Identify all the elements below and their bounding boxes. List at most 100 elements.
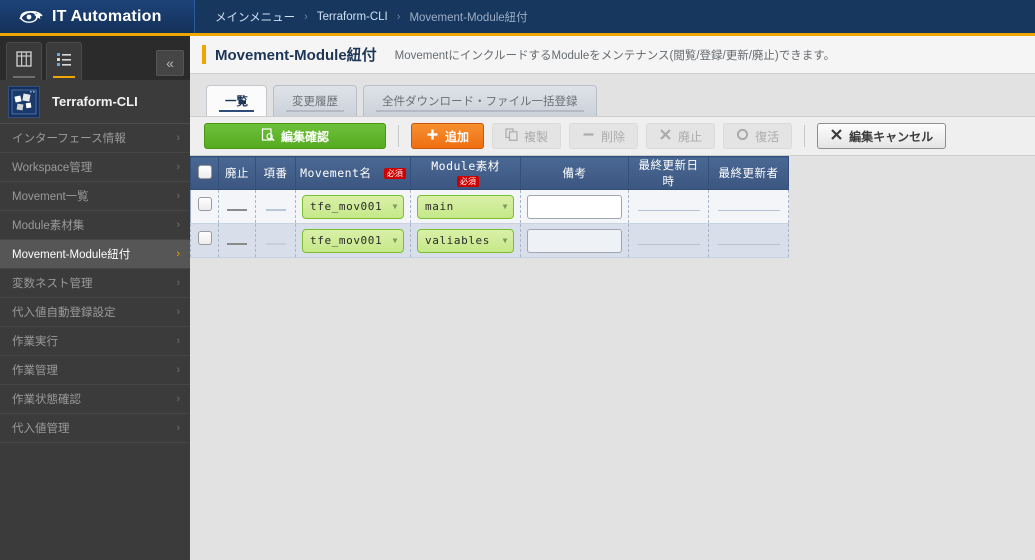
sidebar-item-movement-module-link[interactable]: Movement-Module紐付 › — [0, 240, 190, 269]
module-select[interactable]: valiables ▼ — [417, 228, 514, 253]
sidebar-item-module-materials[interactable]: Module素材集 › — [0, 211, 190, 240]
breadcrumb-item-0[interactable]: メインメニュー — [215, 9, 295, 25]
row-select-cell[interactable] — [190, 189, 219, 224]
table-row: tfe_mov001 ▼ valiables ▼ — [190, 223, 789, 258]
data-table: 廃止 項番 Movement名 必須 Module素材 必須 備考 最終更新日時… — [190, 156, 789, 258]
sidebar-item-label: 代入値自動登録設定 — [12, 307, 116, 319]
sidebar-item-workspace[interactable]: Workspace管理 › — [0, 153, 190, 182]
chevron-right-icon: › — [176, 190, 180, 202]
sidebar-item-value-management[interactable]: 代入値管理 › — [0, 414, 190, 443]
cell-updated-at — [628, 223, 709, 258]
cancel-edit-button[interactable]: 編集キャンセル — [817, 123, 947, 149]
column-label: 最終更新者 — [718, 166, 779, 180]
seq-dash — [265, 208, 286, 211]
cell-note[interactable] — [520, 223, 629, 258]
cell-movement[interactable]: tfe_mov001 ▼ — [295, 189, 411, 224]
sidebar-item-job-management[interactable]: 作業管理 › — [0, 356, 190, 385]
brand-title: IT Automation — [52, 7, 162, 25]
column-label: 最終更新日時 — [638, 158, 699, 188]
movement-select[interactable]: tfe_mov001 ▼ — [302, 194, 404, 219]
sidebar-item-label: Workspace管理 — [12, 162, 93, 174]
list-view-icon — [55, 50, 73, 73]
row-checkbox[interactable] — [197, 231, 212, 245]
note-input[interactable] — [527, 228, 622, 253]
column-label: Module素材 — [431, 159, 500, 173]
chevron-right-icon: › — [176, 161, 180, 173]
discard-dash — [227, 208, 247, 211]
tab-bar: 一覧 変更履歴 全件ダウンロード・ファイル一括登録 — [190, 74, 1035, 116]
column-header-note: 備考 — [520, 156, 629, 190]
grid-view-tab[interactable] — [6, 42, 42, 80]
restore-button: 復活 — [723, 123, 793, 149]
note-input[interactable] — [527, 194, 622, 219]
sidebar-item-label: 作業実行 — [12, 336, 58, 348]
discard-label: 廃止 — [678, 129, 703, 144]
sidebar-item-label: 作業管理 — [12, 365, 58, 377]
chevron-right-icon: › — [176, 393, 180, 405]
module-select[interactable]: main ▼ — [417, 194, 514, 219]
tab-bulk-download-upload[interactable]: 全件ダウンロード・ファイル一括登録 — [363, 85, 597, 116]
cell-discard — [218, 189, 256, 224]
chevron-right-icon: › — [304, 10, 308, 23]
sidebar-item-job-status[interactable]: 作業状態確認 › — [0, 385, 190, 414]
chevron-right-icon: › — [396, 10, 401, 23]
cell-module[interactable]: main ▼ — [410, 189, 521, 224]
required-badge: 必須 — [457, 175, 479, 188]
breadcrumb-item-1[interactable]: Terraform-CLI — [317, 11, 388, 23]
grid-view-icon — [15, 50, 33, 73]
page-header: Movement-Module紐付 MovementにインクルードするModul… — [190, 36, 1035, 74]
cell-movement[interactable]: tfe_mov001 ▼ — [295, 223, 411, 258]
row-checkbox[interactable] — [197, 197, 212, 211]
sidebar-item-interface-info[interactable]: インターフェース情報 › — [0, 124, 190, 153]
empty-value-line — [637, 243, 700, 245]
movement-select[interactable]: tfe_mov001 ▼ — [302, 228, 404, 253]
sidebar-menu-header: Terraform-CLI — [0, 80, 190, 124]
restore-label: 復活 — [755, 129, 780, 144]
sidebar-item-execute[interactable]: 作業実行 › — [0, 327, 190, 356]
tab-label: 一覧 — [225, 96, 248, 108]
movement-select-value: tfe_mov001 — [310, 200, 383, 213]
eye-swoosh-logo-icon — [18, 7, 44, 27]
delete-label: 削除 — [601, 129, 626, 144]
chevron-right-icon: › — [176, 335, 180, 347]
column-label: 廃止 — [225, 166, 249, 180]
sidebar-item-label: Movement一覧 — [12, 191, 89, 203]
cell-module[interactable]: valiables ▼ — [410, 223, 521, 258]
sidebar-filler — [0, 443, 190, 560]
select-all-header[interactable] — [190, 156, 219, 190]
module-select-value: valiables — [425, 234, 491, 247]
confirm-edit-button[interactable]: 編集確認 — [204, 123, 386, 149]
document-search-icon — [261, 127, 275, 145]
sidebar-item-variable-nest[interactable]: 変数ネスト管理 › — [0, 269, 190, 298]
tab-list[interactable]: 一覧 — [206, 85, 267, 116]
tab-label: 全件ダウンロード・ファイル一括登録 — [382, 96, 578, 108]
toolbar-separator — [398, 125, 399, 147]
application-window: IT Automation メインメニュー › Terraform-CLI › … — [0, 0, 1035, 560]
content-filler — [190, 258, 1035, 534]
breadcrumb: メインメニュー › Terraform-CLI › Movement-Modul… — [195, 0, 1035, 33]
cell-seq — [255, 223, 296, 258]
sidebar-item-movement-list[interactable]: Movement一覧 › — [0, 182, 190, 211]
minus-icon — [582, 128, 595, 144]
chevron-right-icon: › — [176, 306, 180, 318]
module-select-value: main — [425, 200, 454, 213]
tab-change-history[interactable]: 変更履歴 — [273, 85, 357, 116]
sidebar-menu-title: Terraform-CLI — [52, 94, 138, 109]
sidebar-collapse-button[interactable]: « — [156, 50, 184, 76]
column-label: Movement名 — [300, 166, 372, 180]
sidebar-icon-bar: « — [0, 36, 190, 80]
plus-icon — [426, 128, 439, 144]
cell-seq — [255, 189, 296, 224]
brand-area[interactable]: IT Automation — [0, 0, 195, 33]
column-label: 項番 — [263, 166, 288, 180]
cancel-edit-label: 編集キャンセル — [849, 129, 934, 144]
select-all-checkbox[interactable] — [197, 164, 212, 179]
chevron-down-icon: ▼ — [392, 236, 398, 245]
column-header-updated-by: 最終更新者 — [708, 156, 789, 190]
add-button[interactable]: 追加 — [411, 123, 485, 149]
sidebar-item-label: Module素材集 — [12, 220, 85, 232]
cell-note[interactable] — [520, 189, 629, 224]
sidebar-item-auto-register[interactable]: 代入値自動登録設定 › — [0, 298, 190, 327]
row-select-cell[interactable] — [190, 223, 219, 258]
list-view-tab[interactable] — [46, 42, 82, 80]
